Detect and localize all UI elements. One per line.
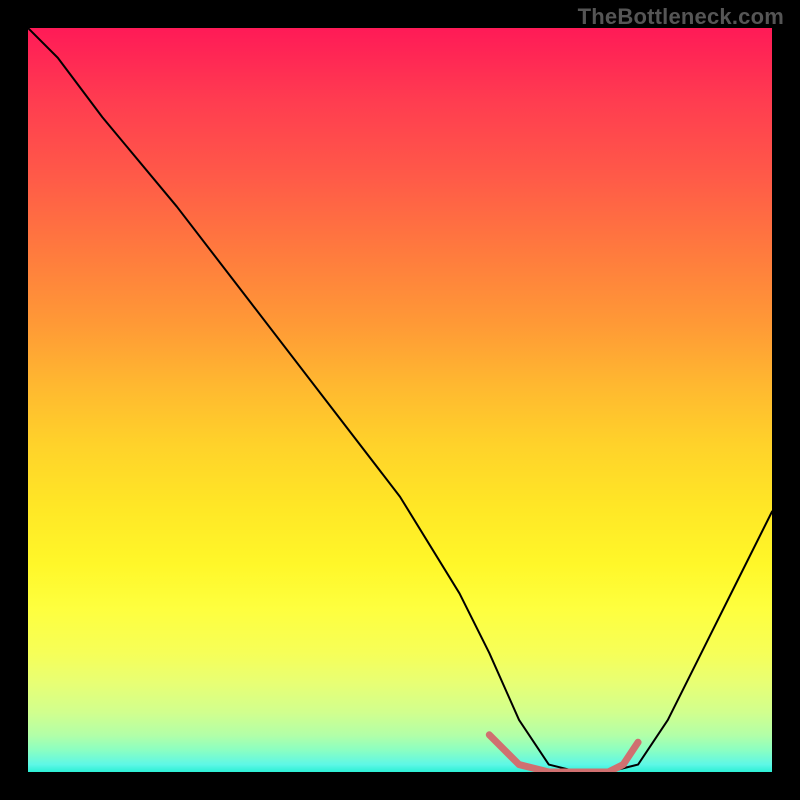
curve-layer (28, 28, 772, 772)
optimal-band (489, 735, 638, 772)
plot-area (28, 28, 772, 772)
watermark: TheBottleneck.com (578, 4, 784, 30)
chart-container: TheBottleneck.com (0, 0, 800, 800)
bottleneck-curve (28, 28, 772, 772)
